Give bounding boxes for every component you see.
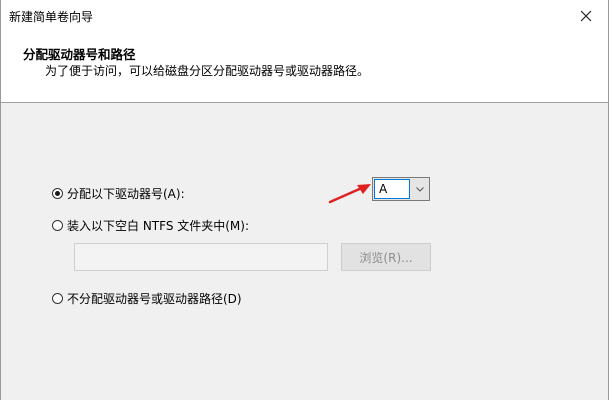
folder-path-input[interactable] xyxy=(74,243,328,271)
mount-folder-option[interactable]: 装入以下空白 NTFS 文件夹中(M): xyxy=(52,217,249,234)
drive-letter-value: A xyxy=(374,179,410,199)
no-assign-label: 不分配驱动器号或驱动器路径(D) xyxy=(67,292,242,306)
wizard-window: 新建简单卷向导 分配驱动器号和路径 为了便于访问，可以给磁盘分区分配驱动器号或驱… xyxy=(0,0,609,400)
wizard-content: 分配以下驱动器号(A): A 装入以下空白 NTFS 文件夹中(M): 浏览(R… xyxy=(1,103,608,400)
dropdown-toggle[interactable] xyxy=(410,186,429,192)
chevron-down-icon xyxy=(415,186,424,192)
no-assign-radio[interactable] xyxy=(52,293,63,304)
page-description: 为了便于访问，可以给磁盘分区分配驱动器号或驱动器路径。 xyxy=(45,64,370,78)
browse-button[interactable]: 浏览(R)... xyxy=(341,243,431,271)
window-title: 新建简单卷向导 xyxy=(9,10,94,24)
assign-letter-label: 分配以下驱动器号(A): xyxy=(67,187,185,201)
mount-folder-radio[interactable] xyxy=(52,220,63,231)
title-bar[interactable]: 新建简单卷向导 xyxy=(1,0,608,32)
assign-letter-option[interactable]: 分配以下驱动器号(A): xyxy=(52,185,185,202)
assign-letter-radio[interactable] xyxy=(52,188,63,199)
mount-folder-label: 装入以下空白 NTFS 文件夹中(M): xyxy=(67,219,250,233)
no-assign-option[interactable]: 不分配驱动器号或驱动器路径(D) xyxy=(52,290,242,307)
close-icon xyxy=(580,10,592,22)
page-title: 分配驱动器号和路径 xyxy=(23,47,136,62)
drive-letter-select[interactable]: A xyxy=(372,177,430,201)
wizard-header: 分配驱动器号和路径 为了便于访问，可以给磁盘分区分配驱动器号或驱动器路径。 xyxy=(1,32,608,103)
close-button[interactable] xyxy=(576,6,596,26)
red-arrow-icon xyxy=(328,184,371,204)
